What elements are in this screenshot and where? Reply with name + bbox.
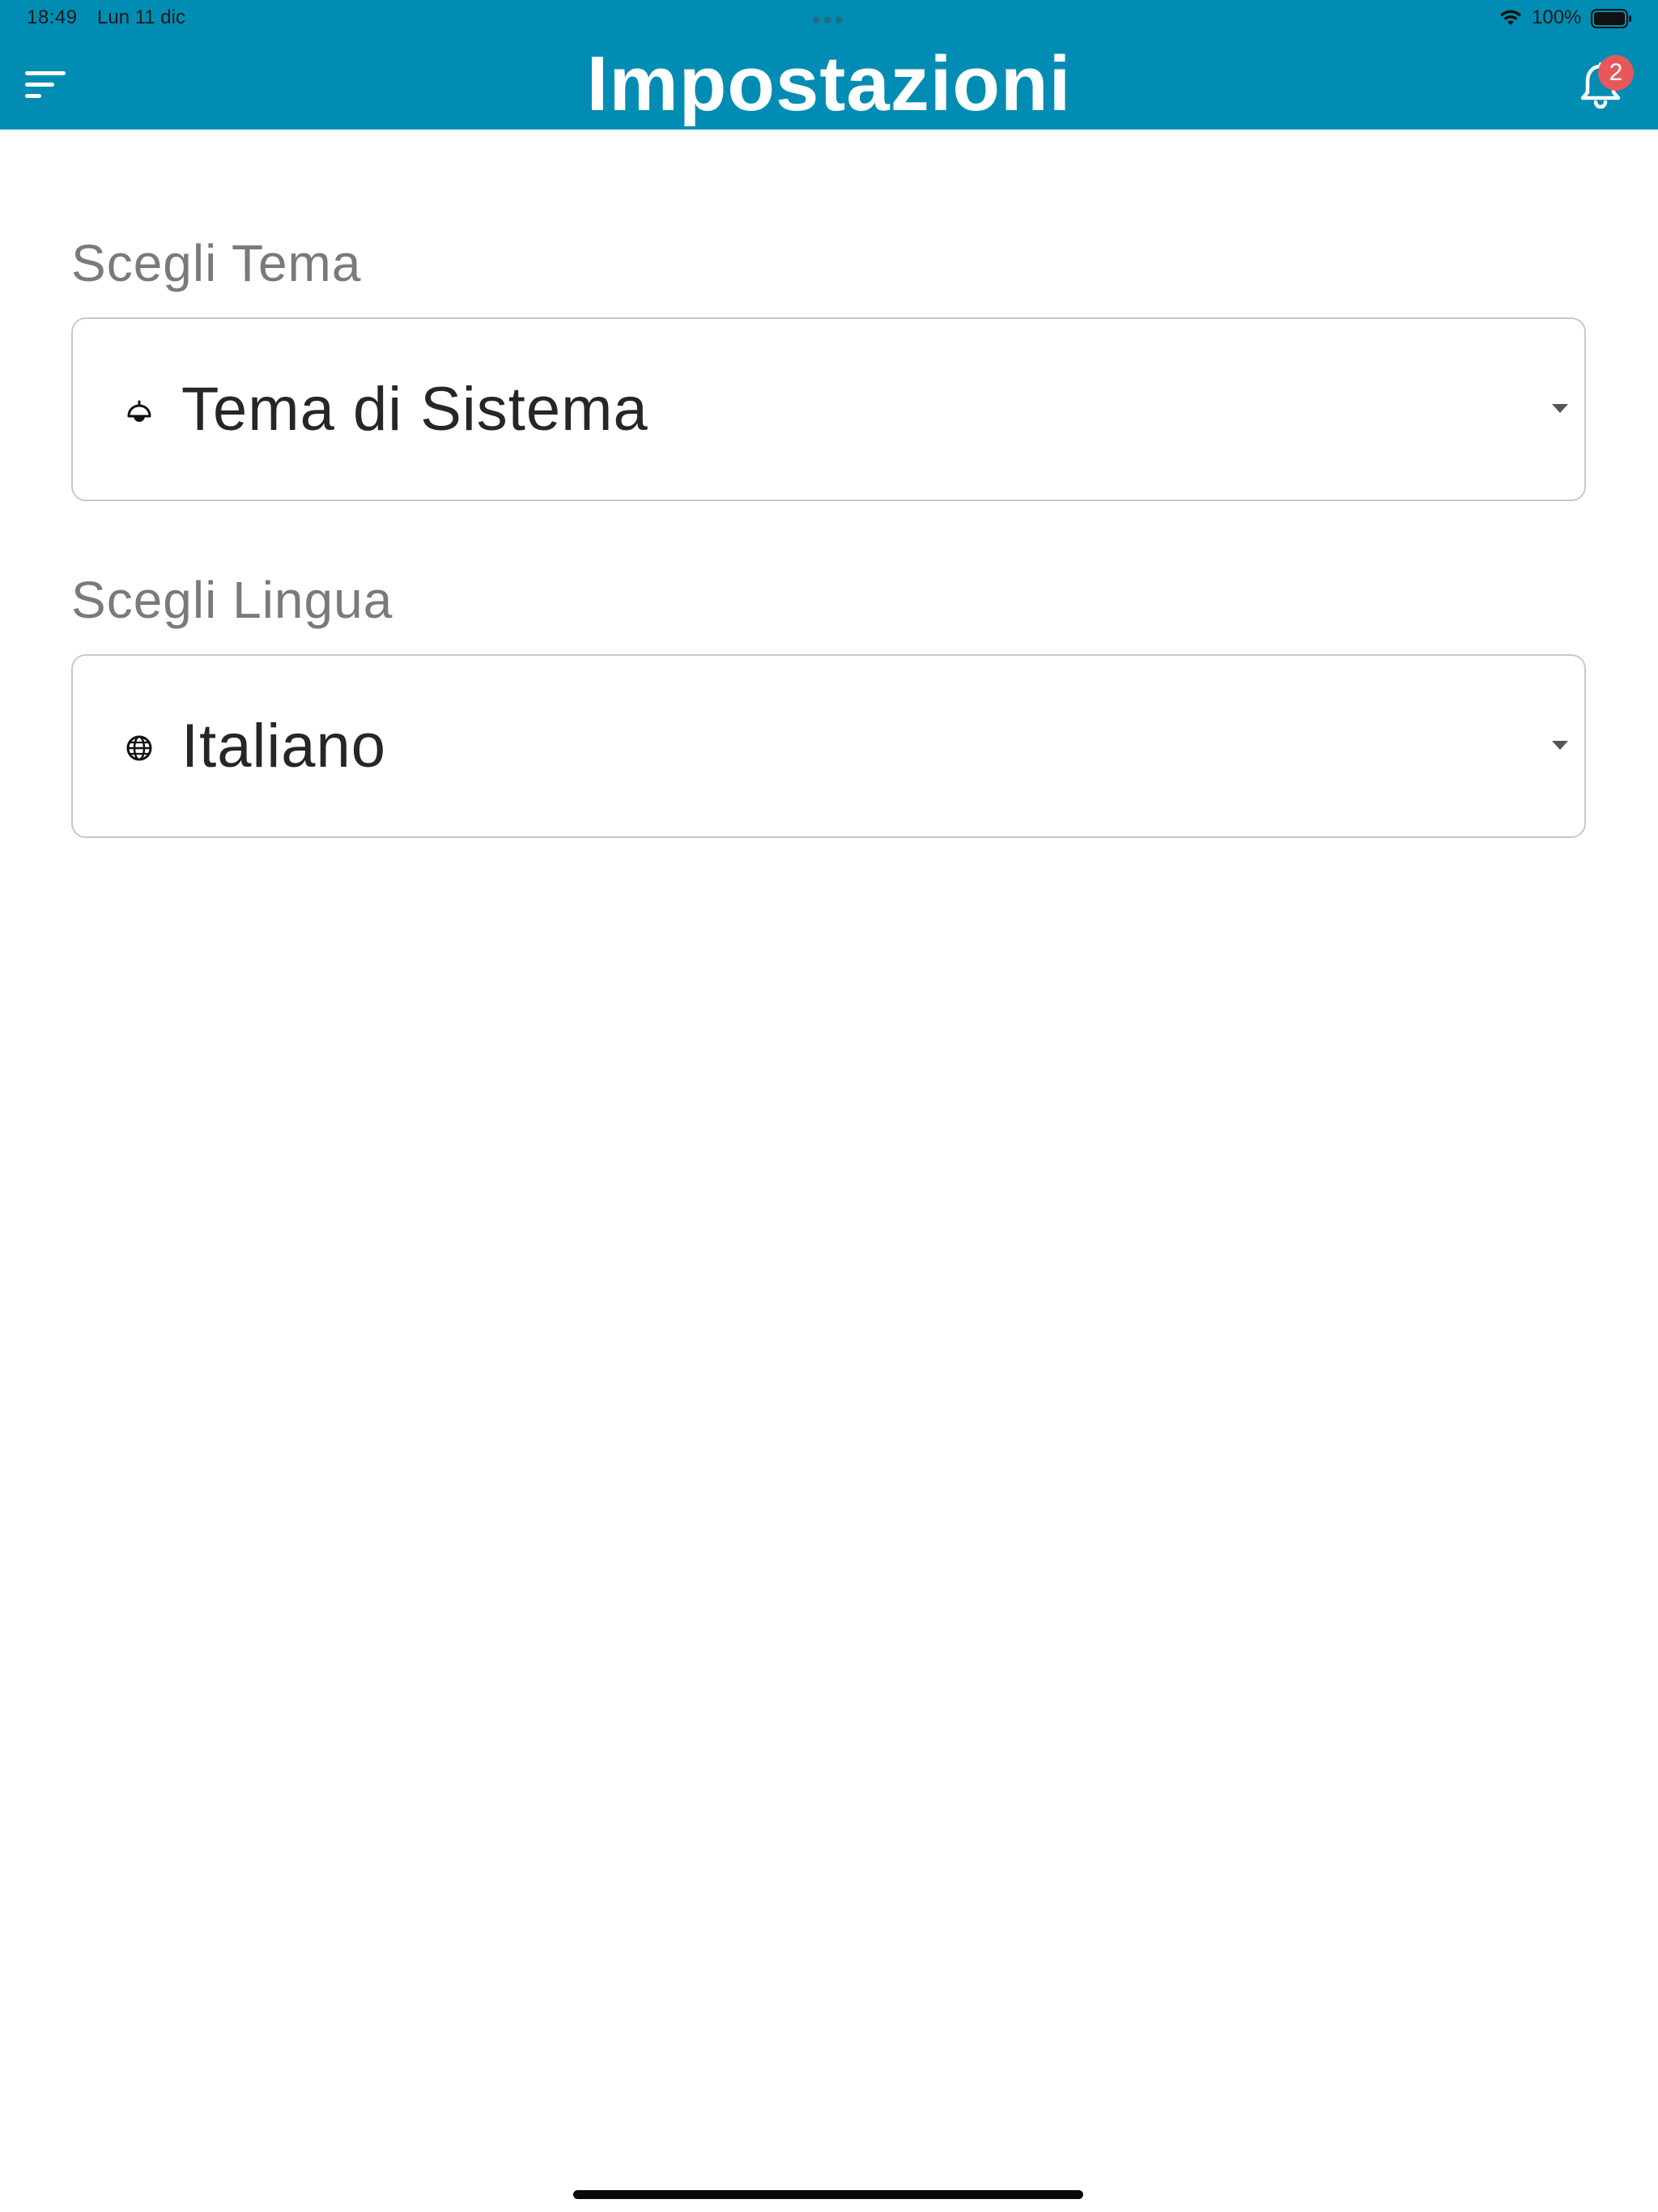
language-selected-value: Italiano bbox=[181, 712, 387, 781]
lamp-icon bbox=[127, 400, 151, 422]
status-time: 18:49 bbox=[27, 6, 78, 28]
chevron-down-icon bbox=[1552, 404, 1568, 413]
app-header: 18:49 Lun 11 dic 100% Impostazioni 2 bbox=[0, 0, 1658, 130]
chevron-down-icon bbox=[1552, 741, 1568, 750]
battery-percentage: 100% bbox=[1532, 6, 1582, 28]
theme-select[interactable]: Tema di Sistema bbox=[71, 317, 1586, 501]
multitasking-handle[interactable] bbox=[813, 16, 843, 23]
wifi-icon bbox=[1500, 10, 1521, 25]
status-date: Lun 11 dic bbox=[97, 6, 185, 28]
battery-full-icon bbox=[1591, 9, 1631, 28]
language-select[interactable]: Italiano bbox=[71, 654, 1586, 838]
notification-count-badge: 2 bbox=[1598, 55, 1634, 91]
globe-icon bbox=[126, 735, 152, 761]
page-title: Impostazioni bbox=[586, 40, 1072, 127]
theme-section-label: Scegli Tema bbox=[71, 234, 362, 292]
language-section-label: Scegli Lingua bbox=[71, 571, 393, 629]
theme-selected-value: Tema di Sistema bbox=[181, 375, 648, 444]
notifications-button[interactable]: 2 bbox=[1572, 53, 1637, 118]
settings-screen: 18:49 Lun 11 dic 100% Impostazioni 2 Sce… bbox=[0, 0, 1658, 2212]
home-indicator[interactable] bbox=[573, 2190, 1083, 2199]
